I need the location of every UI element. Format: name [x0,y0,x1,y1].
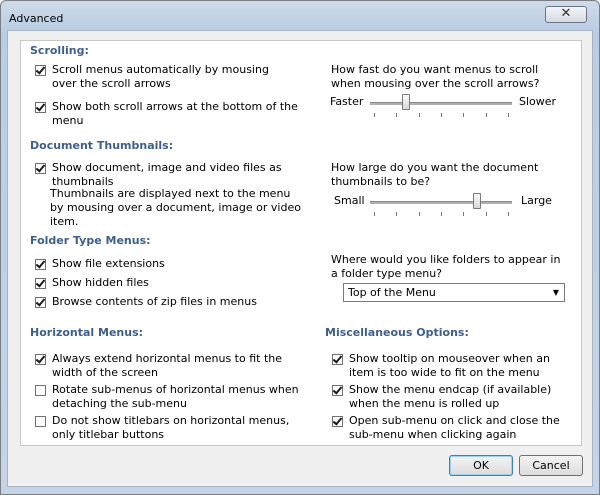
auto-scroll-option[interactable]: Scroll menus automatically by mousing ov… [35,63,295,91]
endcap-option[interactable]: Show the menu endcap (if available) when… [332,383,572,411]
scroll-speed-question: How fast do you want menus to scroll whe… [331,63,540,90]
thumbnails-description: Thumbnails are displayed next to the men… [50,187,301,228]
slider-tick [463,212,465,216]
rotate-submenus-checkbox[interactable] [35,385,46,396]
folder-position-value: Top of the Menu [348,286,436,299]
misc-heading: Miscellaneous Options: [325,326,469,339]
thumbnail-size-question: How large do you want the document thumb… [331,161,539,188]
cancel-button[interactable]: Cancel [519,455,583,476]
slider-tick [485,212,487,216]
click-submenu-option[interactable]: Open sub-menu on click and close the sub… [332,414,577,442]
file-extensions-option[interactable]: Show file extensions [35,257,165,271]
folder-menus-heading: Folder Type Menus: [30,234,151,247]
scroll-speed-min-label: Faster [330,95,364,108]
slider-tick [418,113,420,117]
slider-tick [441,212,442,216]
scroll-speed-track [370,102,512,105]
click-submenu-checkbox[interactable] [332,416,343,427]
no-titlebars-label: Do not show titlebars on horizontal menu… [52,414,290,441]
endcap-label: Show the menu endcap (if available) when… [349,383,552,410]
thumbnail-size-track [370,201,512,204]
file-extensions-checkbox[interactable] [35,259,46,270]
scrolling-heading: Scrolling: [30,44,89,57]
auto-scroll-label: Scroll menus automatically by mousing ov… [52,63,269,90]
extend-width-option[interactable]: Always extend horizontal menus to fit th… [35,352,300,380]
no-titlebars-checkbox[interactable] [35,416,46,427]
scroll-speed-max-label: Slower [519,95,557,108]
slider-tick [396,212,398,216]
tooltip-checkbox[interactable] [332,354,343,365]
ok-button[interactable]: OK [449,455,513,476]
slider-tick [374,113,375,117]
thumbnail-size-min-label: Small [334,194,365,207]
horizontal-menus-heading: Horizontal Menus: [30,326,144,339]
hidden-files-option[interactable]: Show hidden files [35,276,149,290]
folder-position-question: Where would you like folders to appear i… [331,253,561,280]
thumbnail-size-thumb[interactable] [472,193,481,209]
thumbnails-heading: Document Thumbnails: [30,139,174,152]
hidden-files-label: Show hidden files [52,276,149,289]
both-arrows-label: Show both scroll arrows at the bottom of… [52,100,298,127]
click-submenu-label: Open sub-menu on click and close the sub… [349,414,560,441]
slider-tick [508,113,509,117]
zip-contents-option[interactable]: Browse contents of zip files in menus [35,295,257,309]
close-icon: ✕ [560,6,572,21]
show-thumbnails-label: Show document, image and video files as … [52,161,282,188]
endcap-checkbox[interactable] [332,385,343,396]
folder-position-select[interactable]: Top of the Menu ▼ [343,283,565,302]
slider-tick [396,113,398,117]
show-thumbnails-option[interactable]: Show document, image and video files as … [35,161,325,189]
extend-width-checkbox[interactable] [35,354,46,365]
scroll-speed-thumb[interactable] [401,94,410,110]
slider-tick [463,113,465,117]
rotate-submenus-option[interactable]: Rotate sub-menus of horizontal menus whe… [35,383,310,411]
show-thumbnails-checkbox[interactable] [35,163,46,174]
window-title: Advanced [9,12,64,25]
file-extensions-label: Show file extensions [52,257,165,270]
tooltip-option[interactable]: Show tooltip on mouseover when an item i… [332,352,572,380]
extend-width-label: Always extend horizontal menus to fit th… [52,352,283,379]
both-arrows-checkbox[interactable] [35,102,46,113]
slider-tick [418,212,420,216]
rotate-submenus-label: Rotate sub-menus of horizontal menus whe… [52,383,299,410]
thumbnail-size-max-label: Large [521,194,552,207]
both-arrows-option[interactable]: Show both scroll arrows at the bottom of… [35,100,325,128]
zip-contents-label: Browse contents of zip files in menus [52,295,257,308]
tooltip-label: Show tooltip on mouseover when an item i… [349,352,550,379]
slider-tick [441,113,442,117]
chevron-down-icon: ▼ [552,288,560,297]
slider-tick [508,212,509,216]
no-titlebars-option[interactable]: Do not show titlebars on horizontal menu… [35,414,310,442]
close-button[interactable]: ✕ [545,6,587,23]
zip-contents-checkbox[interactable] [35,297,46,308]
slider-tick [374,212,375,216]
auto-scroll-checkbox[interactable] [35,65,46,76]
hidden-files-checkbox[interactable] [35,278,46,289]
dialog-client-area: Scrolling: Scroll menus automatically by… [7,30,593,487]
slider-tick [485,113,487,117]
options-panel: Scrolling: Scroll menus automatically by… [20,40,582,446]
advanced-dialog: Advanced ✕ Scrolling: Scroll menus autom… [0,0,600,495]
